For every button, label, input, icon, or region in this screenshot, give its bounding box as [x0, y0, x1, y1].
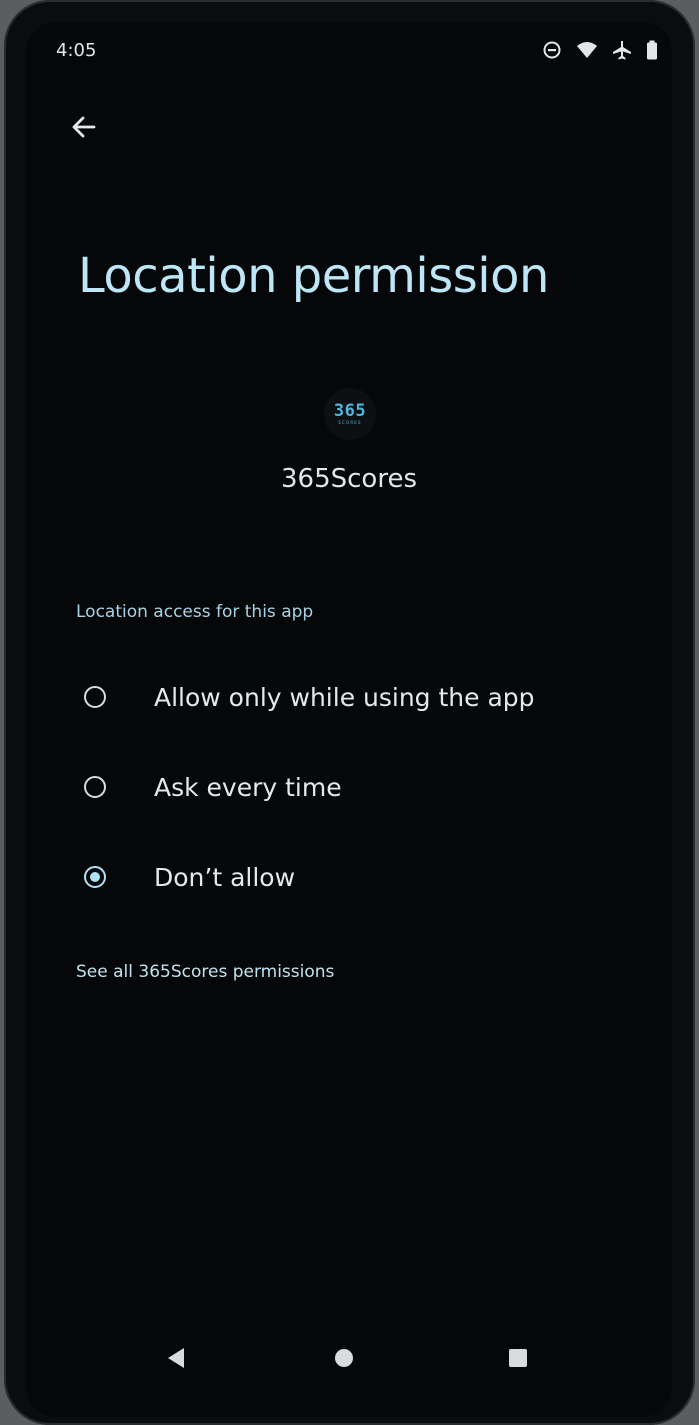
- option-label: Ask every time: [154, 772, 342, 802]
- radio-button[interactable]: [84, 776, 106, 798]
- nav-back-button[interactable]: [154, 1336, 198, 1380]
- triangle-back-icon: [168, 1348, 184, 1368]
- status-time: 4:05: [56, 40, 97, 61]
- app-icon: 365 SCORES: [324, 388, 376, 440]
- battery-icon: [647, 40, 657, 60]
- see-all-permissions-link[interactable]: See all 365Scores permissions: [76, 962, 334, 982]
- page-title: Location permission: [78, 248, 549, 304]
- option-dont-allow[interactable]: Don’t allow: [76, 845, 636, 909]
- option-label: Allow only while using the app: [154, 682, 535, 712]
- option-label: Don’t allow: [154, 862, 296, 892]
- section-label: Location access for this app: [76, 602, 314, 622]
- screen: 4:05 Location permission 365 SCORES 365S…: [26, 22, 672, 1417]
- radio-button[interactable]: [84, 686, 106, 708]
- circle-home-icon: [335, 1349, 353, 1367]
- app-name: 365Scores: [281, 464, 417, 494]
- back-button[interactable]: [62, 105, 106, 149]
- app-icon-logo: 365: [333, 401, 367, 421]
- arrow-left-icon: [72, 116, 96, 138]
- app-icon-subtext: SCORES: [338, 420, 362, 425]
- wifi-icon: [577, 42, 597, 58]
- nav-home-button[interactable]: [322, 1336, 366, 1380]
- nav-recents-button[interactable]: [496, 1336, 540, 1380]
- square-recents-icon: [509, 1349, 527, 1367]
- status-icons: [542, 40, 658, 60]
- airplane-mode-icon: [613, 41, 631, 60]
- option-allow-while-using[interactable]: Allow only while using the app: [76, 665, 636, 729]
- radio-button-selected[interactable]: [84, 866, 106, 888]
- do-not-disturb-icon: [543, 41, 561, 59]
- option-ask-every-time[interactable]: Ask every time: [76, 755, 636, 819]
